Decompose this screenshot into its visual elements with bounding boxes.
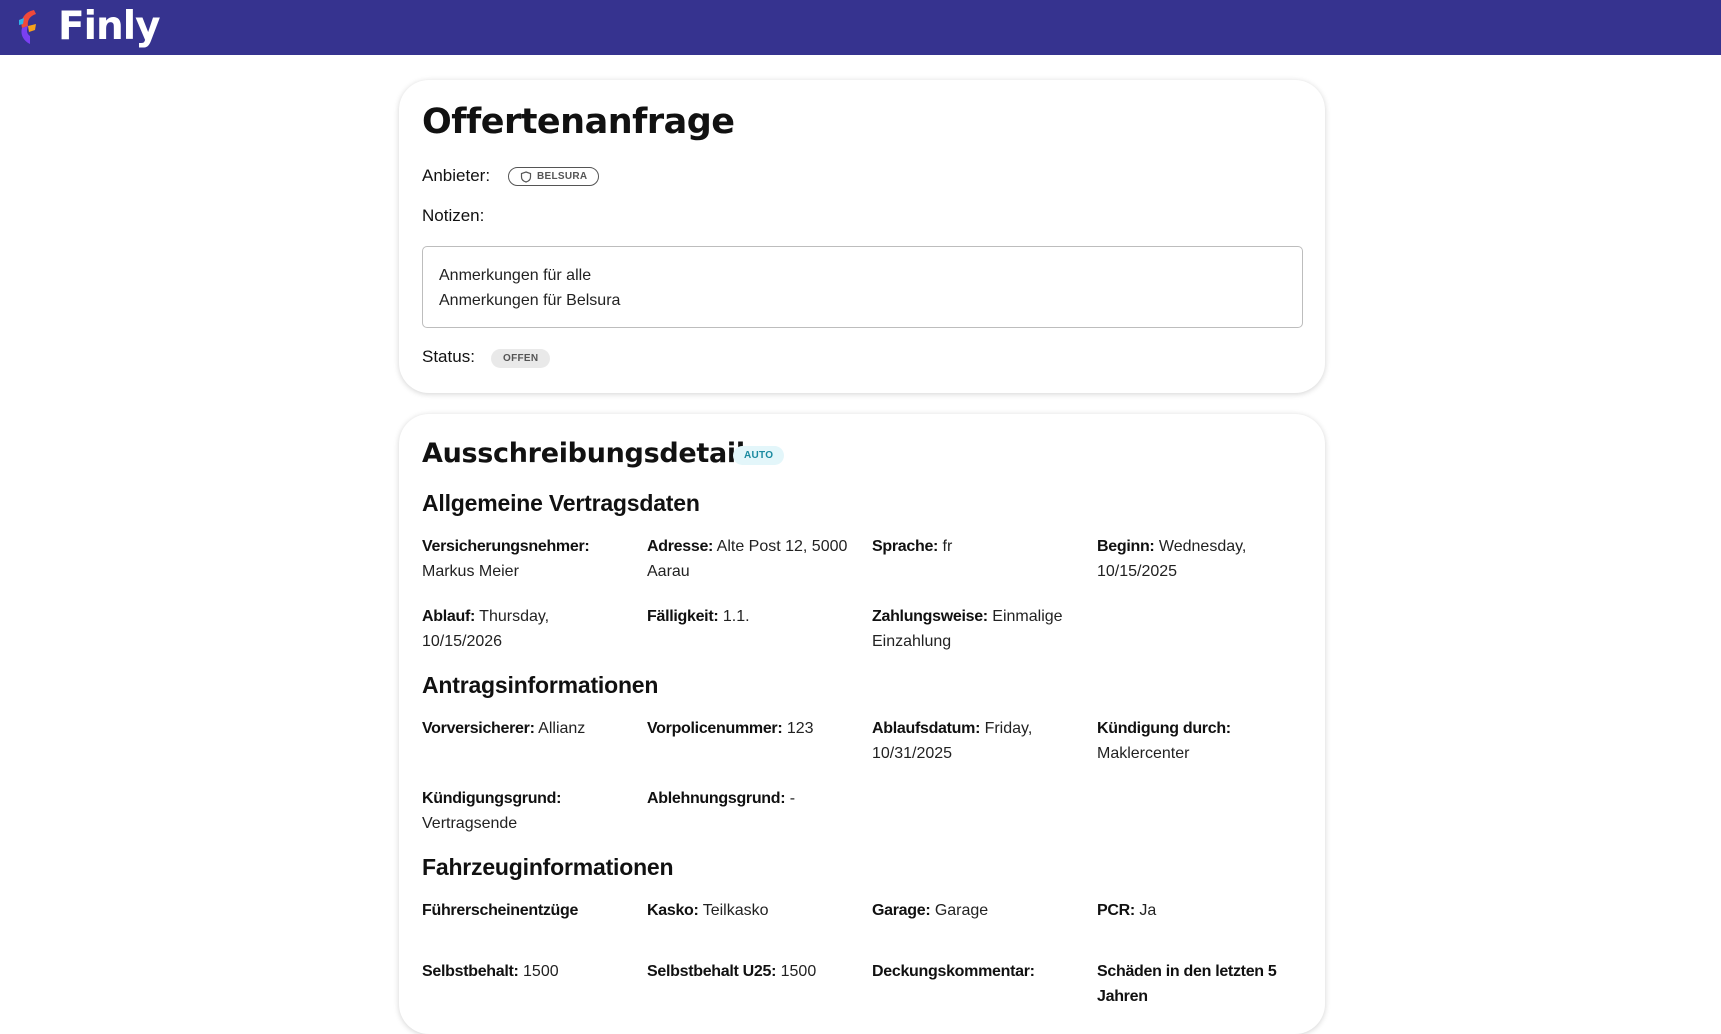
section-title: Allgemeine Vertragsdaten: [422, 490, 700, 516]
app-name[interactable]: Finly: [58, 4, 161, 49]
section-title: Fahrzeuginformationen: [422, 854, 674, 880]
type-badge-label: AUTO: [744, 450, 774, 461]
request-card: Offertenanfrage Anbieter: BELSURA Notize…: [399, 80, 1325, 393]
field-garage: Garage: Garage: [872, 902, 989, 919]
field-kuendigungsgrund: Kündigungsgrund: Vertragsende: [422, 790, 562, 832]
field-ablauf: Ablauf: Thursday, 10/15/2026: [422, 608, 550, 650]
field-vorpolicenummer: Vorpolicenummer: 123: [647, 720, 814, 737]
notes-label: Notizen:: [422, 206, 485, 225]
field-deckungskommentar: Deckungskommentar:: [872, 963, 1035, 980]
details-card: Ausschreibungsdetails AUTO Allgemeine Ve…: [399, 414, 1325, 1034]
status-badge: OFFEN: [491, 349, 551, 368]
status-badge-label: OFFEN: [503, 353, 539, 364]
section-title: Antragsinformationen: [422, 672, 659, 698]
finly-logo-icon[interactable]: [16, 8, 42, 46]
field-selbstbehalt: Selbstbehalt: 1500: [422, 963, 559, 980]
field-kuendigung-durch: Kündigung durch: Maklercenter: [1097, 720, 1231, 762]
field-pcr: PCR: Ja: [1097, 902, 1157, 919]
field-beginn: Beginn: Wednesday, 10/15/2025: [1097, 538, 1247, 580]
details-title: Ausschreibungsdetails: [422, 438, 761, 469]
field-versicherungsnehmer: Versicherungsnehmer: Markus Meier: [422, 538, 590, 580]
field-fuehrerscheinentzuege: Führerscheinentzüge: [422, 902, 579, 919]
field-schaeden: Schäden in den letzten 5 Jahren: [1097, 963, 1277, 1005]
top-bar: Finly: [0, 0, 1721, 55]
field-zahlungsweise: Zahlungsweise: Einmalige Einzahlung: [872, 608, 1063, 650]
page-title: Offertenanfrage: [422, 102, 735, 142]
provider-label: Anbieter:: [422, 166, 491, 185]
status-label: Status:: [422, 347, 475, 366]
notes-line: Anmerkungen für Belsura: [439, 292, 621, 309]
field-vorversicherer: Vorversicherer: Allianz: [422, 720, 586, 737]
provider-chip[interactable]: BELSURA: [508, 167, 600, 186]
field-ablehnungsgrund: Ablehnungsgrund: -: [647, 790, 796, 807]
field-kasko: Kasko: Teilkasko: [647, 902, 769, 919]
field-adresse: Adresse: Alte Post 12, 5000 Aarau: [647, 538, 848, 580]
field-sprache: Sprache: fr: [872, 538, 953, 555]
field-faelligkeit: Fälligkeit: 1.1.: [647, 608, 750, 625]
field-selbstbehalt-u25: Selbstbehalt U25: 1500: [647, 963, 817, 980]
notes-field[interactable]: Anmerkungen für alle Anmerkungen für Bel…: [422, 246, 1303, 328]
type-badge: AUTO: [733, 446, 785, 465]
provider-chip-label: BELSURA: [537, 171, 588, 182]
notes-line: Anmerkungen für alle: [439, 267, 592, 284]
field-ablaufsdatum: Ablaufsdatum: Friday, 10/31/2025: [872, 720, 1033, 762]
shield-icon: [520, 170, 532, 183]
